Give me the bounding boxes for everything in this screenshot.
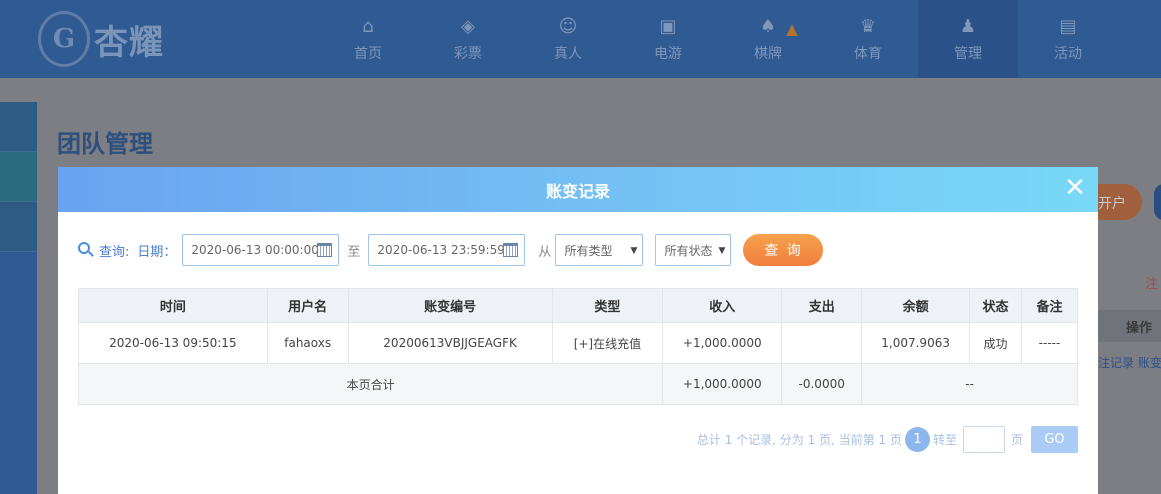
column-header: 余额 [861, 288, 971, 323]
bg-secondary-button[interactable] [1154, 184, 1161, 220]
open-account-button[interactable]: 开户 [1096, 184, 1142, 220]
home-icon: ⌂ [362, 16, 374, 37]
page-title: 团队管理 [57, 130, 153, 158]
status-select[interactable]: 所有状态 ▼ [655, 234, 732, 266]
search-icon [78, 241, 95, 259]
nav-label: 电游 [654, 46, 682, 62]
nav-label: 体育 [854, 46, 882, 62]
total-income: +1,000.0000 [662, 363, 783, 405]
nav-label: 棋牌 [754, 46, 782, 62]
total-expense: -0.0000 [781, 363, 863, 405]
calendar-icon[interactable] [503, 243, 519, 257]
cell-type: [+]在线充值 [551, 322, 664, 364]
to-label: 至 [347, 244, 361, 260]
total-label: 本页合计 [77, 363, 664, 405]
start-date-value: 2020-06-13 00:00:00 [191, 243, 319, 257]
site-logo[interactable]: G 杏耀 [38, 6, 188, 72]
start-date-input[interactable]: 2020-06-13 00:00:00 [182, 234, 340, 266]
bg-operation-header: 操作 [1126, 321, 1153, 336]
dropdown-arrow-icon: ▼ [630, 246, 638, 256]
nav-label: 管理 [954, 46, 982, 62]
page-unit-label: 页 [1010, 433, 1023, 447]
modal-header: 账变记录 ✕ [58, 167, 1098, 212]
hot-badge-icon: ▲ [786, 20, 798, 38]
from-label: 从 [538, 244, 552, 260]
column-header: 收入 [662, 288, 783, 323]
query-bar: 查询: 日期： 2020-06-13 00:00:00 至 2020-06-13… [78, 234, 824, 266]
nav-item-cards[interactable]: ♠ ▲ 棋牌 [718, 0, 818, 78]
calendar-icon[interactable] [317, 243, 333, 257]
logo-text: 杏耀 [94, 22, 164, 63]
total-balance: -- [861, 363, 1078, 405]
nav-item-lottery[interactable]: ◈ 彩票 [418, 0, 518, 78]
records-table: 时间 用户名 账变编号 类型 收入 支出 余额 状态 备注 2020-06-13 09:50:1… [77, 288, 1078, 405]
close-icon[interactable]: ✕ [1062, 175, 1088, 201]
date-label: 日期： [137, 244, 177, 260]
query-button[interactable]: 查 询 [743, 234, 824, 266]
nav-item-gift[interactable]: ▤ 活动 [1018, 0, 1118, 78]
column-header: 账变编号 [347, 288, 553, 323]
nav-item-live-dealer[interactable]: ☺ 真人 [518, 0, 618, 78]
cell-serial: 20200613VBJJGEAGFK [347, 322, 553, 364]
type-select[interactable]: 所有类型 ▼ [555, 234, 644, 266]
end-date-input[interactable]: 2020-06-13 23:59:59 [368, 234, 526, 266]
nav-label: 彩票 [454, 46, 482, 62]
cell-expense [781, 322, 863, 364]
column-header: 状态 [969, 288, 1023, 323]
pagination: 总计 1 个记录, 分为 1 页, 当前第 1 页 1 转至 页 GO [697, 426, 1078, 453]
users-icon: ♟ [959, 16, 977, 37]
sidebar-item-active[interactable] [0, 152, 37, 202]
column-header: 时间 [78, 288, 268, 323]
left-sidebar [0, 102, 37, 494]
nav-item-home[interactable]: ⌂ 首页 [318, 0, 418, 78]
current-page-button[interactable]: 1 [904, 427, 930, 452]
goto-label: 转至 [932, 433, 957, 447]
goto-page-input[interactable] [962, 426, 1005, 453]
table-row: 2020-06-13 09:50:15 fahaoxs 20200613VBJJGE… [78, 322, 1078, 364]
pager-summary: 总计 1 个记录, 分为 1 页, 当前第 1 页 [696, 433, 902, 447]
cell-note: ----- [1021, 322, 1078, 364]
nav-item-slot-game[interactable]: ▣ 电游 [618, 0, 718, 78]
column-header: 备注 [1021, 288, 1078, 323]
end-date-value: 2020-06-13 23:59:59 [377, 243, 505, 257]
table-header-row: 时间 用户名 账变编号 类型 收入 支出 余额 状态 备注 [78, 288, 1078, 323]
nav-label: 首页 [354, 46, 382, 62]
status-select-value: 所有状态 [664, 243, 713, 258]
nav-label: 活动 [1054, 46, 1082, 62]
cell-user: fahaoxs [266, 322, 349, 364]
nav-label: 真人 [554, 46, 582, 62]
trophy-icon: ♛ [859, 16, 877, 37]
bg-notice-text: 注 [1145, 277, 1159, 292]
gift-icon: ▤ [1059, 16, 1077, 37]
lottery-icon: ◈ [461, 16, 475, 37]
nav-item-trophy[interactable]: ♛ 体育 [818, 0, 918, 78]
account-change-modal: 账变记录 ✕ 查询: 日期： 2020-06-13 00:00:00 至 202… [58, 167, 1098, 494]
cell-income: +1,000.0000 [662, 322, 783, 364]
column-header: 类型 [551, 288, 664, 323]
sidebar-item[interactable] [0, 202, 37, 252]
column-header: 支出 [781, 288, 863, 323]
cell-status: 成功 [969, 322, 1023, 364]
main-nav: ⌂ 首页 ◈ 彩票 ☺ 真人 ▣ 电游 ♠ ▲ 棋牌 ♛ 体育 ♟ 管理 ▤ 活动 [318, 0, 1118, 78]
bg-record-link[interactable]: 注记录 账变 [1098, 354, 1161, 371]
modal-title: 账变记录 [545, 181, 610, 201]
slot-game-icon: ▣ [659, 16, 677, 37]
sidebar-item[interactable] [0, 102, 37, 152]
logo-emblem-icon: G [38, 11, 90, 67]
cell-time: 2020-06-13 09:50:15 [78, 322, 268, 364]
top-navbar: G 杏耀 ⌂ 首页 ◈ 彩票 ☺ 真人 ▣ 电游 ♠ ▲ 棋牌 ♛ 体育 ♟ 管理 ▤ 活动 [0, 0, 1161, 78]
live-dealer-icon: ☺ [558, 16, 578, 37]
cell-balance: 1,007.9063 [861, 322, 971, 364]
nav-item-users[interactable]: ♟ 管理 [918, 0, 1018, 78]
query-label: 查询: [99, 244, 130, 260]
dropdown-arrow-icon: ▼ [718, 246, 726, 256]
column-header: 用户名 [266, 288, 349, 323]
go-button[interactable]: GO [1031, 426, 1078, 453]
cards-icon: ♠ [759, 16, 777, 37]
total-row: 本页合计 +1,000.0000 -0.0000 -- [77, 363, 1078, 405]
type-select-value: 所有类型 [564, 243, 613, 258]
